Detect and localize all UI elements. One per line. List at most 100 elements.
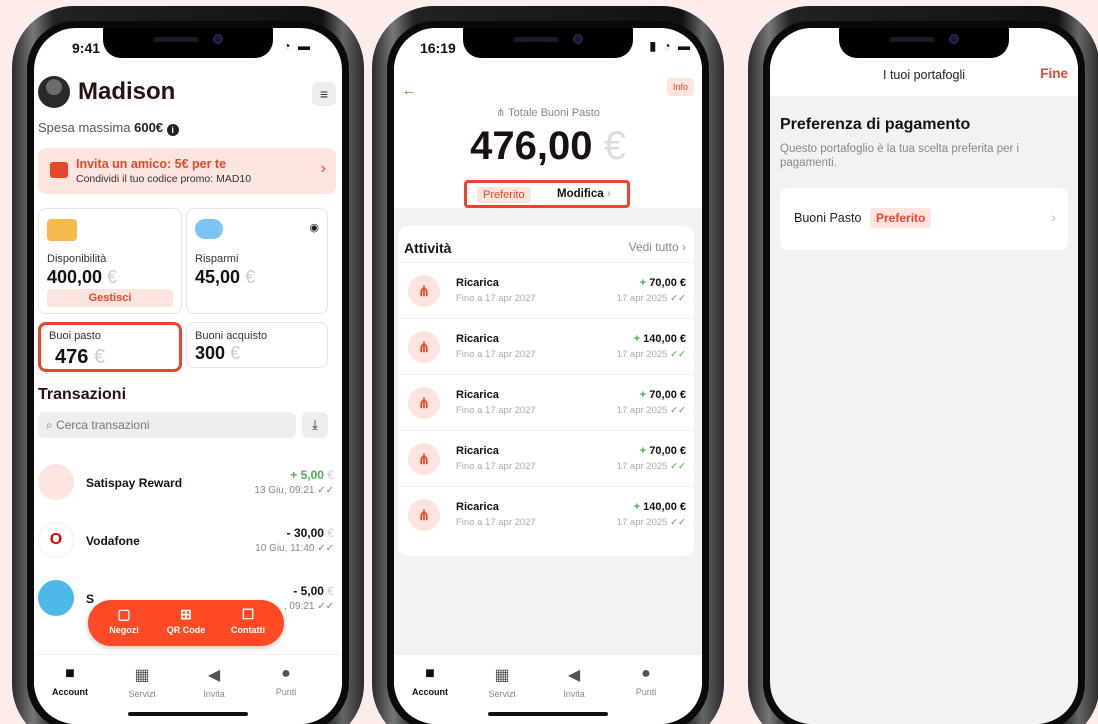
- tab-servizi[interactable]: ▦ Servizi: [466, 665, 538, 699]
- activity-amount: + 70,00 €: [639, 389, 686, 401]
- transaction-name: Vodafone: [86, 534, 140, 548]
- list-item[interactable]: ⋔ Ricarica Fino a 17 apr 2027 + 140,00 €…: [398, 318, 694, 374]
- back-arrow-icon[interactable]: ←: [402, 82, 416, 98]
- disponibilita-value: 400,00 €: [47, 267, 118, 287]
- activity-amount: + 140,00 €: [633, 501, 686, 513]
- list-item[interactable]: ⋔ Ricarica Fino a 17 apr 2027 + 140,00 €…: [398, 486, 694, 542]
- vodafone-logo: O: [38, 522, 74, 558]
- disponibilita-label: Disponibilità: [47, 253, 107, 265]
- transaction-amount: - 30,00 €: [286, 526, 334, 540]
- home-indicator: [128, 712, 248, 716]
- transaction-name: Satispay Reward: [86, 476, 183, 490]
- activity-subtitle: Fino a 17 apr 2027: [456, 461, 536, 472]
- transaction-date: 10 Giu, 11:40 ✓✓: [255, 543, 334, 554]
- activity-date: 17 apr 2025 ✓✓: [616, 293, 686, 304]
- notch: [839, 28, 1009, 58]
- qr-code-button[interactable]: ⊞ QR Code: [156, 606, 216, 635]
- fork-knife-icon: ⋔: [408, 443, 440, 475]
- grid-icon: ▦: [494, 667, 510, 684]
- fine-button[interactable]: Fine: [1040, 66, 1068, 81]
- download-icon[interactable]: ⤓: [302, 412, 328, 438]
- spesa-massima: Spesa massima 600€ i: [38, 120, 179, 136]
- activity-title: Ricarica: [456, 389, 499, 401]
- modifica-link[interactable]: Modifica ›: [557, 188, 611, 200]
- activity-title: Ricarica: [456, 445, 499, 457]
- gift-icon: [50, 162, 68, 178]
- buoni-acquisto-value: 300 €: [195, 343, 241, 363]
- contatti-button[interactable]: ☐ Contatti: [218, 606, 278, 635]
- activity-date: 17 apr 2025 ✓✓: [616, 349, 686, 360]
- preferito-badge: Preferito: [477, 187, 531, 203]
- tab-account[interactable]: ■ Account: [34, 665, 106, 697]
- vedi-tutto-link[interactable]: Vedi tutto ›: [629, 240, 686, 254]
- search-input[interactable]: ⌕ Cerca transazioni: [38, 412, 296, 438]
- activity-title: Ricarica: [456, 277, 499, 289]
- tab-account[interactable]: ■ Account: [394, 665, 466, 697]
- spesa-label: Spesa massima: [38, 120, 131, 135]
- transaction-row[interactable]: Satispay Reward + 5,00 € 13 Giu, 09:21 ✓…: [38, 464, 336, 504]
- info-button[interactable]: Info: [666, 78, 694, 96]
- card-buoni-acquisto[interactable]: Buoni acquisto 300 €: [186, 322, 328, 368]
- phone-account: 9:41 ◔ ▬ Madison ≡ Spesa massima 600€ i …: [12, 6, 364, 724]
- card-buoi-pasto[interactable]: Buoi pasto 476 €: [38, 322, 182, 372]
- qr-code-icon: ⊞: [180, 606, 192, 622]
- preference-row: Preferito Modifica ›: [464, 180, 630, 208]
- wallet-row-buoni-pasto[interactable]: Buoni Pasto Preferito ›: [780, 188, 1068, 250]
- contacts-icon: ☐: [241, 606, 255, 622]
- transaction-amount: + 5,00 €: [290, 468, 334, 482]
- transaction-row[interactable]: O Vodafone - 30,00 € 10 Giu, 11:40 ✓✓: [38, 522, 336, 562]
- menu-icon[interactable]: ≡: [312, 82, 336, 106]
- tab-invita[interactable]: ◀ Invita: [178, 665, 250, 699]
- risparmi-label: Risparmi: [195, 253, 239, 265]
- eye-off-icon[interactable]: ◉: [309, 221, 319, 234]
- tab-invita[interactable]: ◀ Invita: [538, 665, 610, 699]
- activity-date: 17 apr 2025 ✓✓: [616, 461, 686, 472]
- fork-knife-icon: ⋔: [408, 275, 440, 307]
- transaction-name: S: [86, 592, 95, 606]
- user-name: Madison: [78, 78, 176, 105]
- activity-amount: + 70,00 €: [639, 277, 686, 289]
- totale-label: ⋔ Totale Buoni Pasto: [496, 107, 600, 119]
- signal-wifi-battery-icon: ▮ ◔ ▬: [649, 39, 692, 53]
- activity-title: Ricarica: [456, 333, 499, 345]
- tab-servizi[interactable]: ▦ Servizi: [106, 665, 178, 699]
- list-item[interactable]: ⋔ Ricarica Fino a 17 apr 2027 + 70,00 € …: [398, 430, 694, 486]
- list-item[interactable]: ⋔ Ricarica Fino a 17 apr 2027 + 70,00 € …: [398, 262, 694, 318]
- negozi-button[interactable]: ▢ Negozi: [94, 606, 154, 635]
- activity-title: Ricarica: [456, 501, 499, 513]
- account-screen: 9:41 ◔ ▬ Madison ≡ Spesa massima 600€ i …: [34, 28, 342, 724]
- attivita-title: Attività: [404, 240, 452, 256]
- chevron-right-icon: ›: [1051, 209, 1056, 225]
- preferito-badge: Preferito: [870, 208, 932, 228]
- activity-subtitle: Fino a 17 apr 2027: [456, 293, 536, 304]
- total-amount: 476,00 €: [470, 124, 626, 168]
- buoi-pasto-value: 476 €: [55, 346, 106, 368]
- activity-subtitle: Fino a 17 apr 2027: [456, 517, 536, 528]
- avatar[interactable]: [38, 76, 70, 108]
- activity-subtitle: Fino a 17 apr 2027: [456, 349, 536, 360]
- buoi-pasto-label: Buoi pasto: [49, 330, 101, 342]
- invite-banner[interactable]: Invita un amico: 5€ per te Condividi il …: [38, 148, 336, 194]
- fork-knife-icon: ⋔: [408, 387, 440, 419]
- buoni-pasto-screen: 16:19 ▮ ◔ ▬ ← Info ⋔ Totale Buoni Pasto …: [394, 28, 702, 724]
- phone-buoni-pasto: 16:19 ▮ ◔ ▬ ← Info ⋔ Totale Buoni Pasto …: [372, 6, 724, 724]
- fork-knife-icon: ⋔: [408, 331, 440, 363]
- status-time: 16:19: [420, 40, 456, 56]
- gestisci-button[interactable]: Gestisci: [47, 289, 173, 307]
- bag-icon: ▢: [117, 606, 131, 622]
- tab-punti[interactable]: ● Punti: [610, 665, 682, 697]
- card-disponibilita[interactable]: Disponibilità 400,00 € Gestisci: [38, 208, 182, 314]
- bolt-icon: ●: [641, 665, 651, 682]
- tab-punti[interactable]: ● Punti: [250, 665, 322, 697]
- info-icon[interactable]: i: [166, 124, 179, 136]
- wifi-battery-icon: ◔ ▬: [283, 39, 312, 53]
- notch: [463, 28, 633, 58]
- portafogli-screen: I tuoi portafogli Fine Preferenza di pag…: [770, 28, 1078, 724]
- activity-amount: + 70,00 €: [639, 445, 686, 457]
- transaction-date: 13 Giu, 09:21 ✓✓: [254, 485, 334, 496]
- list-item[interactable]: ⋔ Ricarica Fino a 17 apr 2027 + 70,00 € …: [398, 374, 694, 430]
- transactions-title: Transazioni: [38, 386, 127, 403]
- card-risparmi[interactable]: ◉ Risparmi 45,00 €: [186, 208, 328, 314]
- activity-date: 17 apr 2025 ✓✓: [616, 405, 686, 416]
- grid-icon: ▦: [134, 667, 150, 684]
